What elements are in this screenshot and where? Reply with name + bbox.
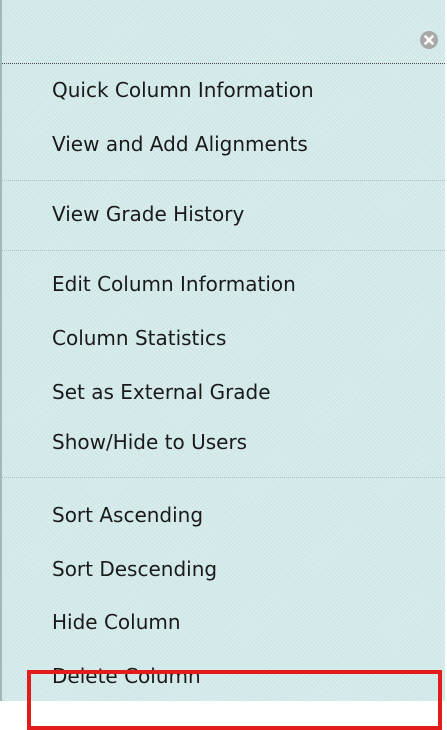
menu-item-view-and-add-alignments[interactable]: View and Add Alignments xyxy=(52,132,308,156)
menu-item-hide-column[interactable]: Hide Column xyxy=(52,610,181,634)
menu-item-sort-descending[interactable]: Sort Descending xyxy=(52,557,217,581)
column-context-menu: Quick Column Information View and Add Al… xyxy=(0,0,445,730)
menu-item-delete-column[interactable]: Delete Column xyxy=(52,664,201,688)
menu-separator xyxy=(2,250,445,251)
menu-item-sort-ascending[interactable]: Sort Ascending xyxy=(52,503,203,527)
close-icon[interactable] xyxy=(420,31,438,49)
menu-item-show-hide-to-users[interactable]: Show/Hide to Users xyxy=(52,430,247,454)
menu-header xyxy=(2,0,445,64)
menu-item-view-grade-history[interactable]: View Grade History xyxy=(52,202,244,226)
menu-separator xyxy=(2,477,445,478)
menu-item-edit-column-information[interactable]: Edit Column Information xyxy=(52,272,296,296)
menu-separator xyxy=(2,180,445,181)
menu-item-column-statistics[interactable]: Column Statistics xyxy=(52,326,226,350)
menu-item-quick-column-information[interactable]: Quick Column Information xyxy=(52,78,314,102)
menu-item-set-as-external-grade[interactable]: Set as External Grade xyxy=(52,380,271,404)
